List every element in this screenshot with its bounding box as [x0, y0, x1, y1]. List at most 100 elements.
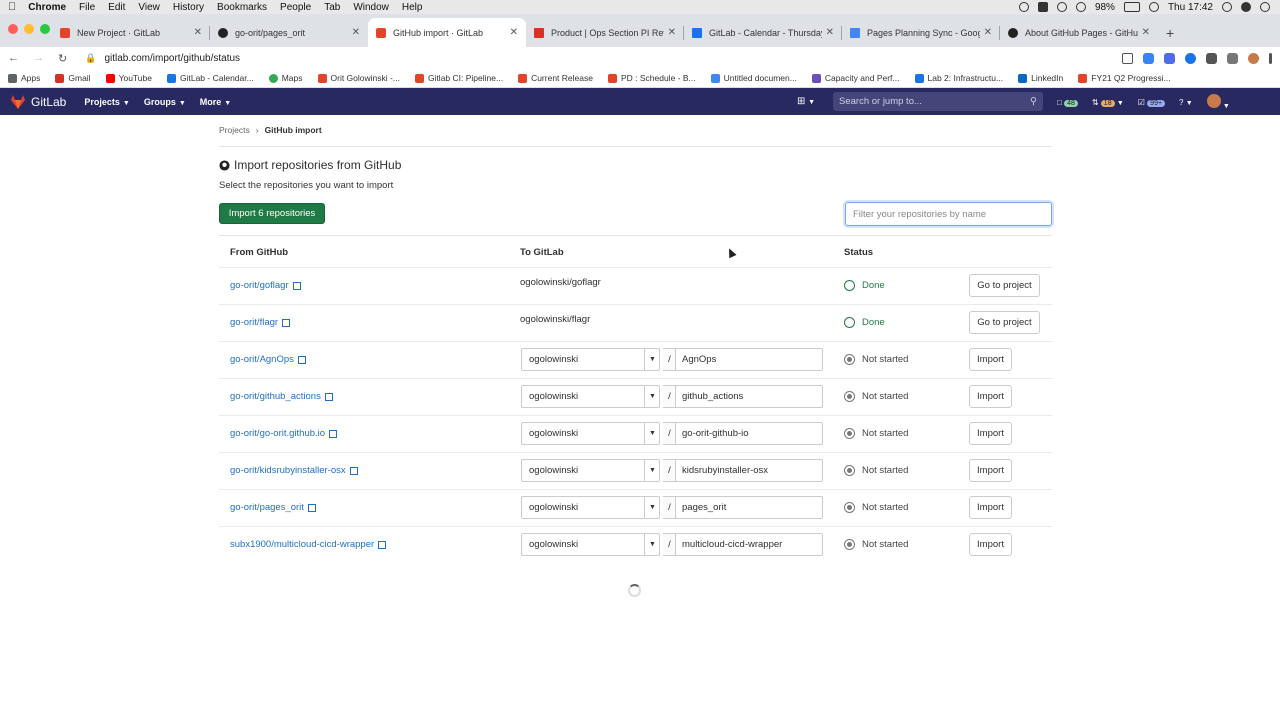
menu-help[interactable]: Help [402, 2, 423, 13]
new-item-icon[interactable]: ⊞ ▼ [797, 96, 815, 107]
source-repo-link[interactable]: go-orit/github_actions [230, 391, 333, 402]
bookmark-item[interactable]: Orit Golowinski -... [317, 73, 400, 83]
bookmark-item[interactable]: GitLab - Calendar... [166, 73, 254, 83]
wifi-icon[interactable] [1075, 2, 1086, 12]
address-bar[interactable]: 🔒 gitlab.com/import/github/status [85, 48, 1108, 68]
namespace-select[interactable]: ogolowinski [521, 348, 660, 371]
menu-app-name[interactable]: Chrome [28, 2, 66, 13]
source-repo-link[interactable]: go-orit/kidsrubyinstaller-osx [230, 465, 358, 476]
chevron-down-icon[interactable]: ▼ [644, 496, 660, 519]
import-button[interactable]: Import [969, 533, 1012, 556]
project-name-input[interactable]: multicloud-cicd-wrapper [675, 533, 823, 556]
battery-icon[interactable] [1123, 2, 1140, 12]
chevron-down-icon[interactable]: ▼ [644, 459, 660, 482]
project-name-input[interactable]: go-orit-github-io [675, 422, 823, 445]
zoom-window-button[interactable] [40, 24, 50, 34]
apple-icon[interactable]:  [8, 1, 16, 13]
bookmark-item[interactable]: Apps [8, 73, 40, 83]
nav-projects[interactable]: Projects ▼ [84, 97, 129, 107]
project-name-input[interactable]: AgnOps [675, 348, 823, 371]
browser-tab[interactable]: GitLab - Calendar - Thursday, ✕ [684, 18, 842, 47]
profile-avatar[interactable] [1248, 52, 1259, 64]
namespace-select[interactable]: ogolowinski [521, 385, 660, 408]
go-to-project-button[interactable]: Go to project [969, 274, 1040, 297]
bluetooth-icon[interactable] [1056, 2, 1067, 12]
import-button[interactable]: Import [969, 422, 1012, 445]
menu-people[interactable]: People [280, 2, 311, 13]
bookmark-item[interactable]: LinkedIn [1018, 73, 1063, 83]
forward-icon[interactable]: → [33, 52, 44, 64]
namespace-select[interactable]: ogolowinski [521, 422, 660, 445]
menu-edit[interactable]: Edit [108, 2, 125, 13]
nav-groups[interactable]: Groups ▼ [144, 97, 186, 107]
chevron-down-icon[interactable]: ▼ [644, 422, 660, 445]
source-repo-link[interactable]: subx1900/multicloud-cicd-wrapper [230, 539, 387, 550]
bookmark-item[interactable]: Lab 2: Infrastructu... [914, 73, 1003, 83]
extension-icon[interactable] [1164, 52, 1175, 64]
go-to-project-button[interactable]: Go to project [969, 311, 1040, 334]
project-name-input[interactable]: pages_orit [675, 496, 823, 519]
menu-window[interactable]: Window [353, 2, 389, 13]
close-window-button[interactable] [8, 24, 18, 34]
menu-view[interactable]: View [138, 2, 160, 13]
import-button[interactable]: Import [969, 385, 1012, 408]
browser-tab[interactable]: go-orit/pages_orit ✕ [210, 18, 368, 47]
gitlab-home-link[interactable]: GitLab [10, 94, 66, 109]
control-center-icon[interactable] [1260, 2, 1270, 12]
browser-tab-active[interactable]: GitHub import · GitLab ✕ [368, 18, 526, 47]
filter-input[interactable]: Filter your repositories by name [845, 202, 1052, 226]
puzzle-icon[interactable] [1206, 52, 1217, 64]
bookmark-item[interactable]: Capacity and Perf... [811, 73, 900, 83]
back-icon[interactable]: ← [8, 52, 19, 64]
reading-list-icon[interactable] [1227, 52, 1238, 64]
nav-more[interactable]: More ▼ [200, 97, 231, 107]
source-repo-link[interactable]: go-orit/goflagr [230, 280, 301, 291]
status-icon[interactable] [1018, 2, 1029, 12]
menu-bookmarks[interactable]: Bookmarks [217, 2, 267, 13]
menubar-clock[interactable]: Thu 17:42 [1168, 2, 1213, 13]
close-tab-icon[interactable]: ✕ [352, 27, 360, 38]
source-repo-link[interactable]: go-orit/flagr [230, 317, 291, 328]
breadcrumb-projects[interactable]: Projects [219, 125, 250, 135]
namespace-select[interactable]: ogolowinski [521, 533, 660, 556]
bookmark-item[interactable]: Gitlab CI: Pipeline... [414, 73, 503, 83]
bookmark-item[interactable]: PD : Schedule - B... [607, 73, 696, 83]
minimize-window-button[interactable] [24, 24, 34, 34]
close-tab-icon[interactable]: ✕ [984, 27, 992, 38]
bookmark-item[interactable]: Current Release [518, 73, 593, 83]
chrome-menu-icon[interactable] [1269, 52, 1272, 64]
search-input[interactable]: Search or jump to... ⚲ [833, 92, 1043, 111]
close-tab-icon[interactable]: ✕ [668, 27, 676, 38]
reload-icon[interactable]: ↻ [58, 52, 67, 65]
extension-icon[interactable] [1185, 52, 1196, 64]
source-repo-link[interactable]: go-orit/AgnOps [230, 354, 306, 365]
merge-requests-link[interactable]: ⇅ 18 ▼ [1092, 98, 1124, 107]
namespace-select[interactable]: ogolowinski [521, 459, 660, 482]
browser-tab[interactable]: Product | Ops Section PI Revie ✕ [526, 18, 684, 47]
bookmark-item[interactable]: FY21 Q2 Progressi... [1078, 73, 1171, 83]
browser-tab[interactable]: Pages Planning Sync - Google ✕ [842, 18, 1000, 47]
help-icon[interactable]: ? ▼ [1179, 98, 1193, 107]
bookmark-item[interactable]: Gmail [55, 73, 91, 83]
source-repo-link[interactable]: go-orit/go-orit.github.io [230, 428, 338, 439]
menu-history[interactable]: History [173, 2, 204, 13]
close-tab-icon[interactable]: ✕ [510, 27, 518, 38]
browser-tab[interactable]: New Project · GitLab ✕ [52, 18, 210, 47]
source-repo-link[interactable]: go-orit/pages_orit [230, 502, 316, 513]
spotlight-icon[interactable] [1222, 2, 1232, 12]
status-icon[interactable] [1037, 2, 1048, 12]
extension-icon[interactable] [1143, 52, 1154, 64]
project-name-input[interactable]: github_actions [675, 385, 823, 408]
user-menu[interactable]: ▼ [1206, 94, 1230, 110]
import-button[interactable]: Import [969, 348, 1012, 371]
flag-icon[interactable] [1148, 2, 1159, 12]
close-tab-icon[interactable]: ✕ [1142, 27, 1150, 38]
bookmark-star-icon[interactable] [1122, 52, 1133, 64]
import-button[interactable]: Import [969, 459, 1012, 482]
menu-tab[interactable]: Tab [324, 2, 340, 13]
lock-icon[interactable]: 🔒 [85, 53, 96, 64]
issues-link[interactable]: □ 48 [1057, 98, 1078, 107]
import-all-button[interactable]: Import 6 repositories [219, 203, 325, 224]
chevron-down-icon[interactable]: ▼ [644, 348, 660, 371]
close-tab-icon[interactable]: ✕ [826, 27, 834, 38]
